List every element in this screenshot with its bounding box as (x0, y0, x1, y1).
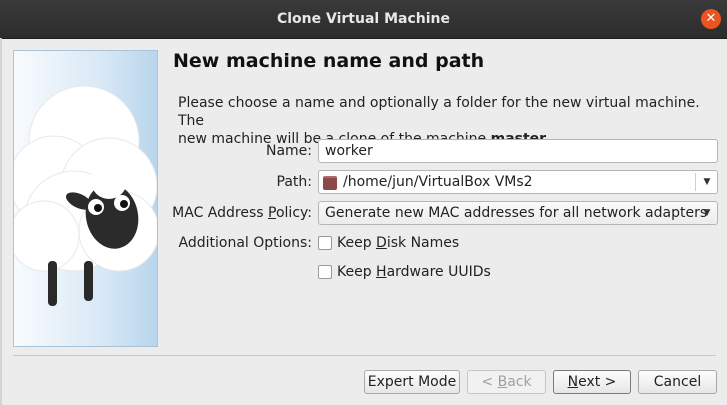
folder-icon (323, 176, 337, 190)
keep-disk-names-checkbox[interactable] (318, 236, 332, 250)
keep-hw-key: H (376, 264, 387, 280)
mac-label-key: P (268, 205, 276, 221)
path-selector[interactable]: /home/jun/VirtualBox VMs2 ▼ (318, 170, 718, 194)
page-title: New machine name and path (173, 50, 485, 72)
next-button[interactable]: Next > (553, 370, 631, 394)
keep-disk-pre: Keep (337, 235, 377, 251)
back-key: B (497, 374, 508, 390)
expert-mode-button[interactable]: Expert Mode (364, 370, 460, 394)
keep-disk-key: D (376, 235, 387, 251)
additional-options-label: Additional Options: (178, 235, 312, 251)
button-separator (13, 355, 716, 356)
mac-policy-dropdown[interactable]: Generate new MAC addresses for all netwo… (318, 201, 718, 225)
next-post: ext > (578, 374, 617, 390)
mac-label-pre: MAC Address (172, 205, 269, 221)
window-title: Clone Virtual Machine (276, 11, 450, 27)
mac-policy-value: Generate new MAC addresses for all netwo… (325, 205, 708, 221)
next-key: N (567, 374, 579, 390)
name-field[interactable]: worker (318, 139, 718, 163)
cancel-button[interactable]: Cancel (638, 370, 717, 394)
window-edge (0, 38, 2, 405)
chevron-down-icon[interactable]: ▼ (697, 171, 717, 193)
chevron-down-icon[interactable]: ▼ (697, 202, 717, 224)
keep-hw-pre: Keep (337, 264, 377, 280)
back-button[interactable]: < Back (467, 370, 546, 394)
keep-disk-names-label[interactable]: Keep Disk Names (337, 235, 459, 251)
name-label: Name: (265, 143, 312, 159)
back-pre: < (481, 374, 498, 390)
back-post: ack (507, 374, 532, 390)
path-value: /home/jun/VirtualBox VMs2 (343, 174, 533, 190)
mac-label-post: olicy: (275, 205, 312, 221)
sheep-illustration (14, 85, 157, 306)
title-bar: Clone Virtual Machine ✕ (0, 0, 727, 39)
path-label: Path: (276, 174, 312, 190)
mac-policy-label: MAC Address Policy: (160, 205, 312, 221)
wizard-sheep-image (13, 50, 158, 347)
close-icon[interactable]: ✕ (701, 9, 721, 29)
path-divider (695, 173, 696, 191)
keep-hardware-uuids-label[interactable]: Keep Hardware UUIDs (337, 264, 491, 280)
description-line-1: Please choose a name and optionally a fo… (178, 95, 700, 129)
keep-hw-post: ardware UUIDs (386, 264, 491, 280)
name-value: worker (325, 143, 373, 159)
keep-disk-post: isk Names (386, 235, 460, 251)
keep-hardware-uuids-checkbox[interactable] (318, 265, 332, 279)
